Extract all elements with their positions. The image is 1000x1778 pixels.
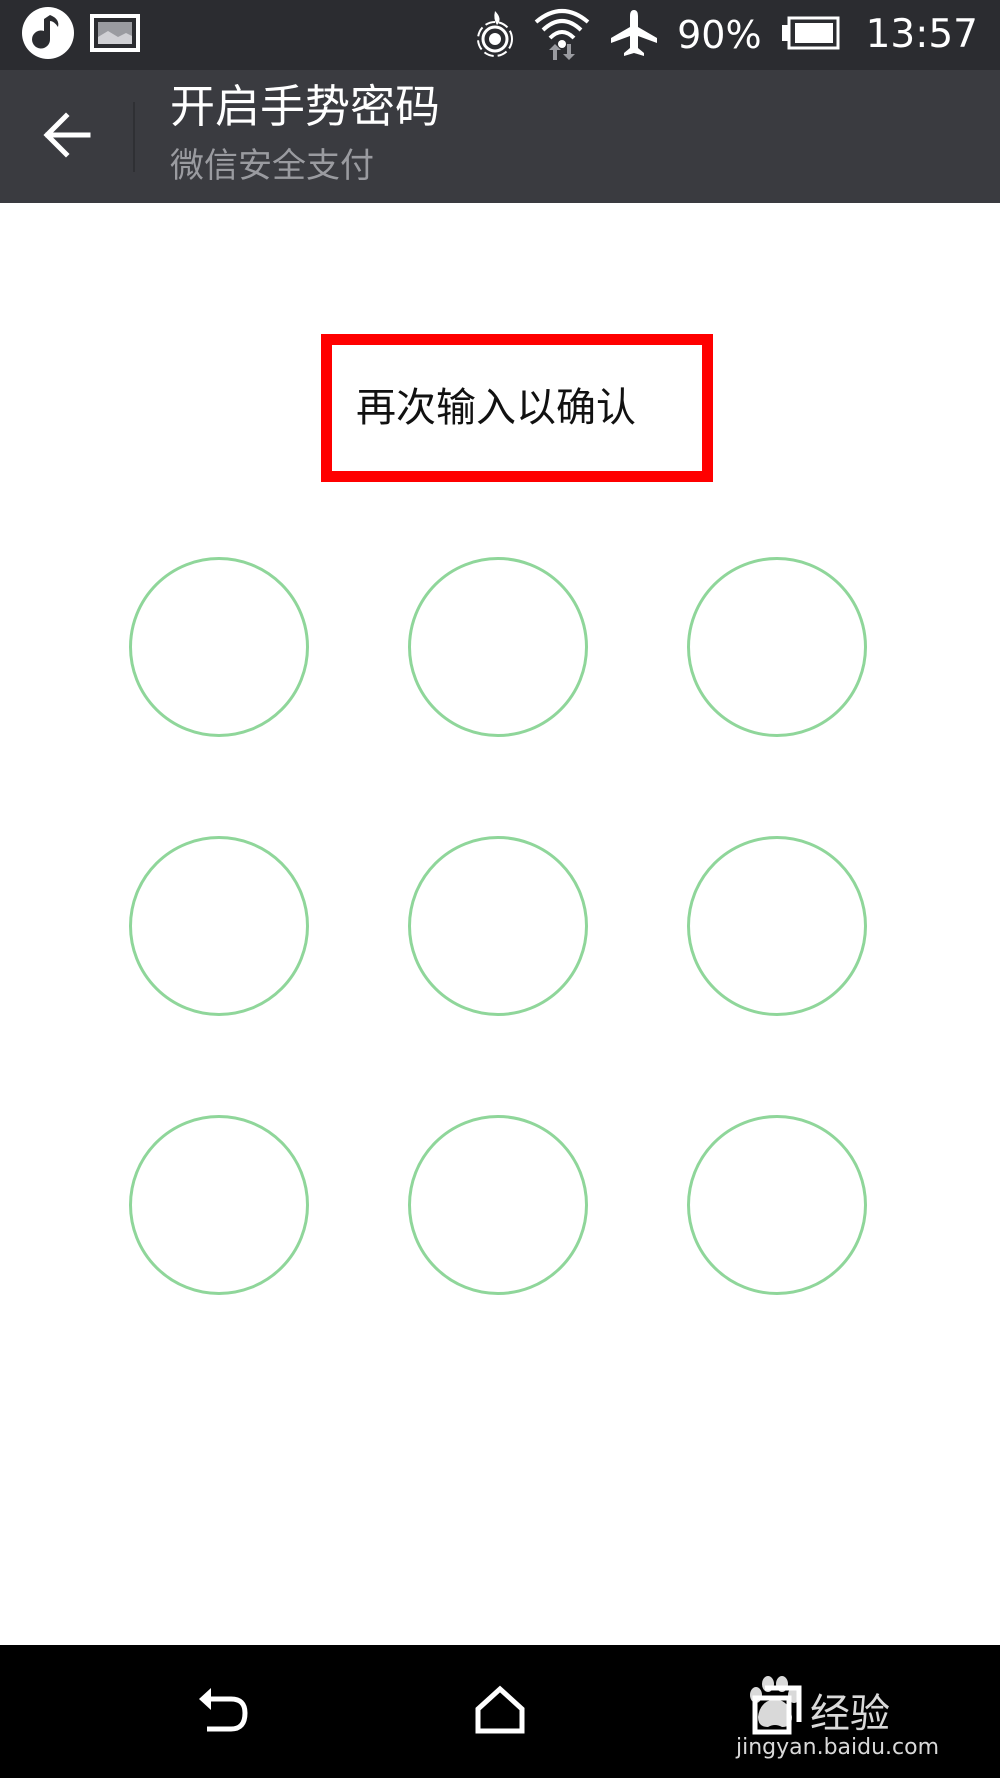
wifi-icon — [533, 6, 591, 64]
back-button[interactable] — [24, 94, 110, 180]
watermark-url: jingyan.baidu.com — [736, 1735, 940, 1760]
gesture-dot-1[interactable] — [129, 557, 309, 737]
battery-percent: 90% — [677, 13, 762, 57]
gesture-dot-4[interactable] — [129, 836, 309, 1016]
gesture-dot-3[interactable] — [687, 557, 867, 737]
gesture-dot-5[interactable] — [408, 836, 588, 1016]
status-bar: 90% 13:57 — [0, 0, 1000, 70]
navigation-bar: 经验 jingyan.baidu.com — [0, 1645, 1000, 1778]
baidu-paw-icon — [742, 1675, 806, 1735]
nav-back-icon — [195, 1685, 251, 1739]
nav-home-button[interactable] — [463, 1675, 537, 1749]
status-bar-system: 90% 13:57 — [475, 0, 978, 70]
header-divider — [133, 102, 135, 172]
battery-icon — [780, 16, 840, 54]
gesture-dot-7[interactable] — [129, 1115, 309, 1295]
gallery-notification-icon — [90, 13, 140, 57]
home-icon — [474, 1685, 526, 1739]
airplane-mode-icon — [609, 8, 659, 62]
arrow-left-icon — [42, 112, 92, 162]
page-subtitle: 微信安全支付 — [170, 146, 374, 186]
status-bar-notifications — [20, 6, 140, 64]
prompt-text: 再次输入以确认 — [356, 385, 636, 431]
gesture-dot-6[interactable] — [687, 836, 867, 1016]
gesture-dot-2[interactable] — [408, 557, 588, 737]
page-title: 开启手势密码 — [170, 80, 441, 133]
gesture-dot-8[interactable] — [408, 1115, 588, 1295]
watermark-brand: 经验 — [810, 1691, 890, 1737]
music-app-icon — [20, 5, 76, 65]
gesture-dot-9[interactable] — [687, 1115, 867, 1295]
gesture-pattern-grid[interactable] — [129, 557, 873, 1301]
prompt-highlight-box: 再次输入以确认 — [321, 334, 713, 482]
status-time: 13:57 — [865, 12, 978, 57]
baidu-jingyan-watermark: 经验 jingyan.baidu.com — [732, 1675, 972, 1765]
nav-back-button[interactable] — [186, 1675, 260, 1749]
location-beacon-icon — [475, 9, 515, 61]
app-header: 开启手势密码 微信安全支付 — [0, 70, 1000, 203]
